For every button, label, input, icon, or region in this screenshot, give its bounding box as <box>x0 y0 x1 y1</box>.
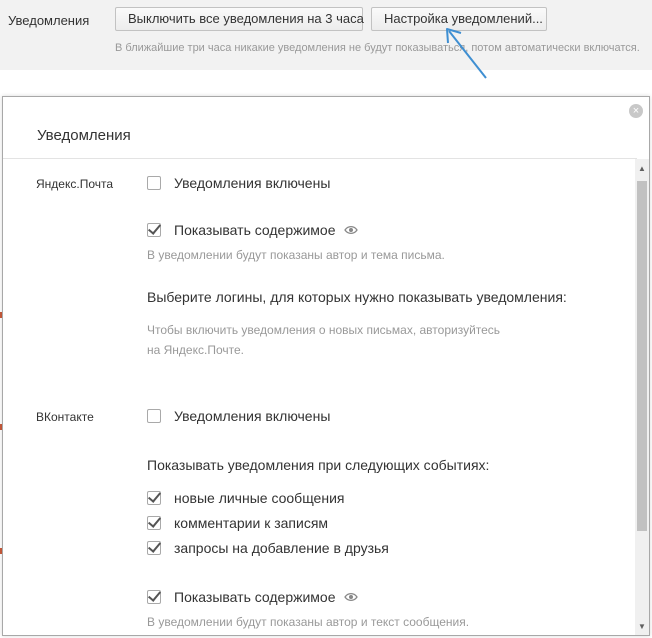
notifications-settings-bar: Уведомления Выключить все уведомления на… <box>0 0 652 70</box>
vk-show-content-checkbox[interactable] <box>147 590 161 604</box>
yandex-enabled-label: Уведомления включены <box>174 175 331 191</box>
vk-show-content-label: Показывать содержимое <box>174 589 336 605</box>
disable-notifications-3h-button[interactable]: Выключить все уведомления на 3 часа <box>115 7 364 31</box>
yandex-enabled-checkbox-row[interactable]: Уведомления включены <box>147 174 330 192</box>
eye-icon <box>343 592 358 602</box>
vk-enabled-checkbox-row[interactable]: Уведомления включены <box>147 407 330 425</box>
yandex-logins-heading: Выберите логины, для которых нужно показ… <box>147 289 567 305</box>
eye-icon <box>343 225 358 235</box>
vk-event-label: новые личные сообщения <box>174 490 345 506</box>
vk-enabled-checkbox[interactable] <box>147 409 161 423</box>
dialog-scrollbar[interactable]: ▲ ▼ <box>635 159 649 635</box>
vk-show-content-row[interactable]: Показывать содержимое <box>147 588 358 606</box>
scroll-thumb[interactable] <box>637 181 647 531</box>
vk-event-row[interactable]: комментарии к записям <box>147 514 328 532</box>
scroll-up-icon[interactable]: ▲ <box>635 161 649 177</box>
arrow-annotation-icon <box>446 28 487 79</box>
vk-event-row[interactable]: новые личные сообщения <box>147 489 344 507</box>
vk-enabled-label: Уведомления включены <box>174 408 331 424</box>
disable-notifications-hint: В ближайшие три часа никакие уведомления… <box>115 42 640 54</box>
dialog-title: Уведомления <box>37 127 131 144</box>
vk-event-messages-checkbox[interactable] <box>147 491 161 505</box>
yandex-show-content-row[interactable]: Показывать содержимое <box>147 221 358 239</box>
yandex-enabled-checkbox[interactable] <box>147 176 161 190</box>
vk-event-row[interactable]: запросы на добавление в друзья <box>147 539 389 557</box>
yandex-show-content-checkbox[interactable] <box>147 223 161 237</box>
vk-event-comments-checkbox[interactable] <box>147 516 161 530</box>
vk-events-heading: Показывать уведомления при следующих соб… <box>147 457 490 473</box>
vk-event-label: комментарии к записям <box>174 515 329 531</box>
notifications-dialog: Уведомления × ▲ ▼ Яндекс.Почта Уведомлен… <box>2 96 650 636</box>
yandex-show-content-hint: В уведомлении будут показаны автор и тем… <box>147 248 445 262</box>
section-label-vk: ВКонтакте <box>36 410 94 424</box>
vk-event-friend-requests-checkbox[interactable] <box>147 541 161 555</box>
title-divider <box>3 158 637 159</box>
vk-event-label: запросы на добавление в друзья <box>174 540 389 556</box>
scroll-down-icon[interactable]: ▼ <box>635 619 649 635</box>
yandex-logins-hint-line2: на Яндекс.Почте. <box>147 343 244 357</box>
section-label-yandex-mail: Яндекс.Почта <box>36 177 114 191</box>
close-icon[interactable]: × <box>629 104 643 118</box>
vk-show-content-hint: В уведомлении будут показаны автор и тек… <box>147 615 470 629</box>
yandex-logins-hint-line1: Чтобы включить уведомления о новых письм… <box>147 323 501 337</box>
yandex-show-content-label: Показывать содержимое <box>174 222 336 238</box>
notifications-label: Уведомления <box>8 13 90 28</box>
